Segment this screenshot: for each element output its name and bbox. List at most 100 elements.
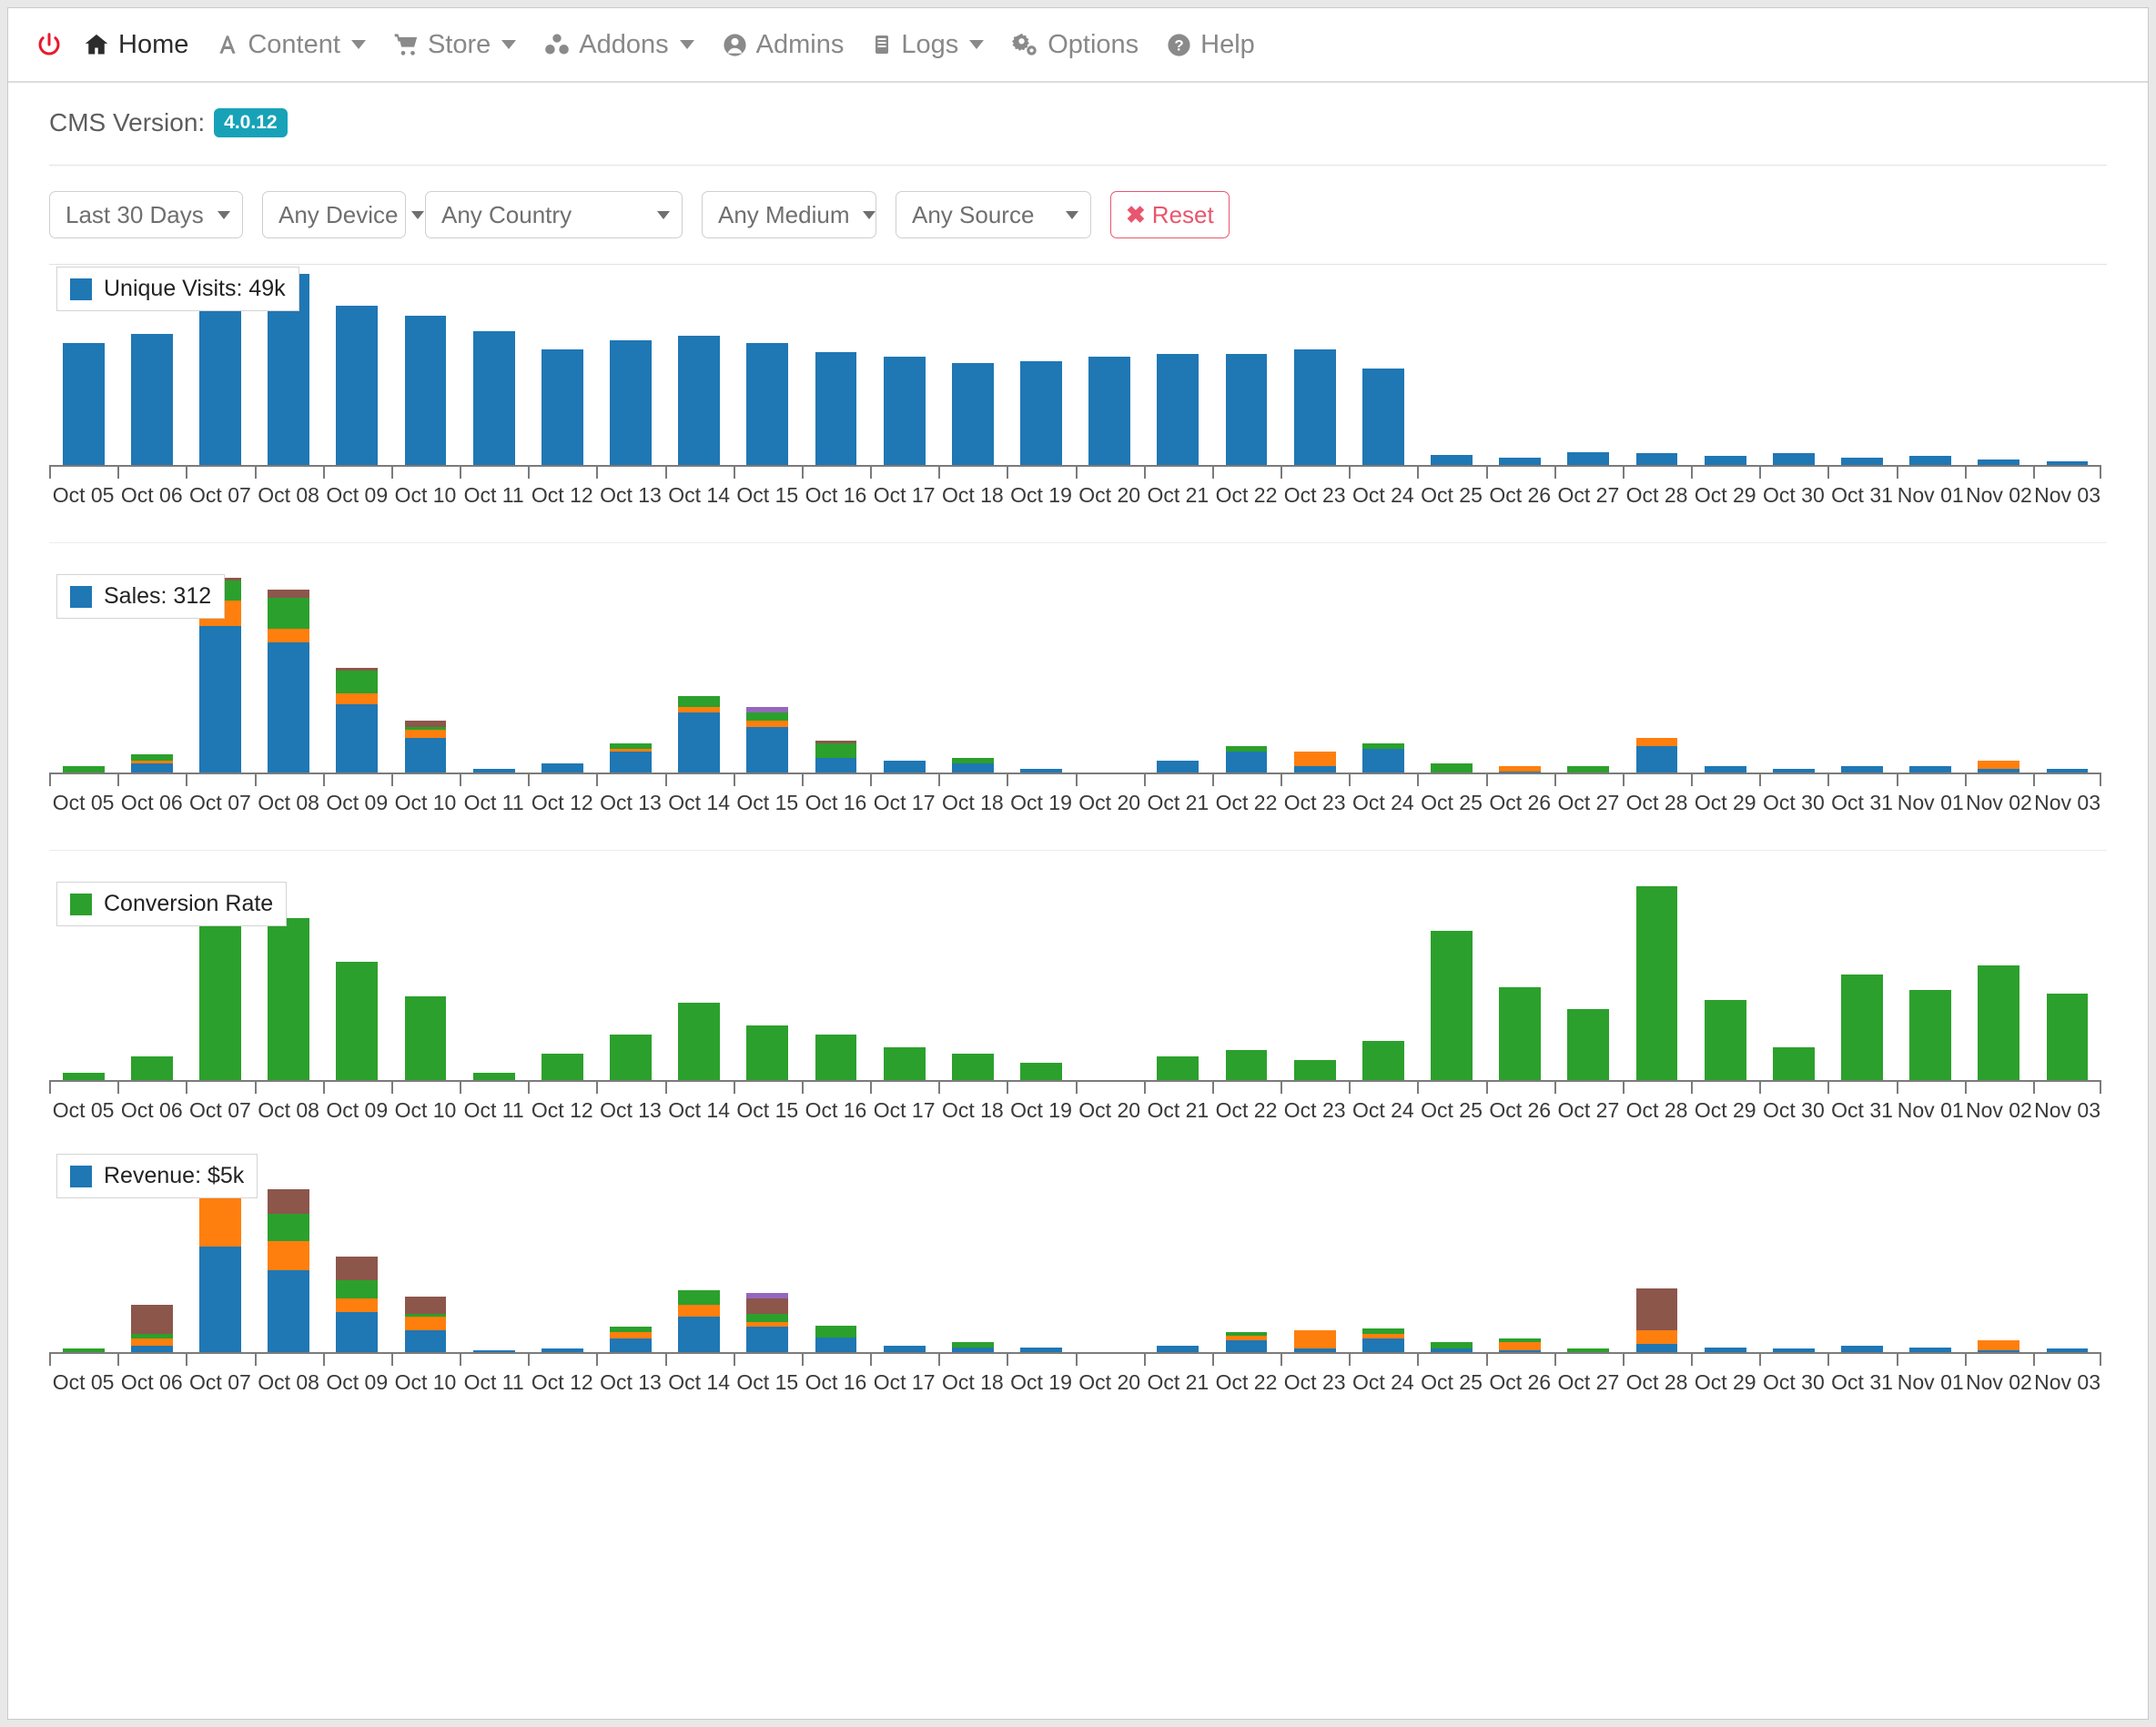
legend-sales[interactable]: Sales: 312 (56, 574, 225, 619)
bar[interactable] (952, 363, 994, 467)
bar-slot[interactable] (1623, 880, 1691, 1082)
bar[interactable] (746, 707, 788, 774)
bar-slot[interactable] (1144, 1152, 1212, 1354)
bar-slot[interactable] (1623, 1152, 1691, 1354)
bar-slot[interactable] (1076, 1152, 1144, 1354)
bar[interactable] (473, 331, 515, 467)
bar[interactable] (610, 743, 652, 774)
bar[interactable] (1226, 746, 1268, 774)
reset-button[interactable]: ✖ Reset (1110, 191, 1230, 238)
bar-slot[interactable] (460, 572, 528, 774)
bar-slot[interactable] (1554, 880, 1623, 1082)
bar-slot[interactable] (460, 1152, 528, 1354)
bar-slot[interactable] (938, 1152, 1007, 1354)
bar-slot[interactable] (596, 572, 664, 774)
bar[interactable] (610, 1035, 652, 1082)
bar-slot[interactable] (1349, 880, 1417, 1082)
bar-slot[interactable] (528, 1152, 596, 1354)
bar-slot[interactable] (938, 265, 1007, 467)
bar[interactable] (336, 1257, 378, 1354)
bar-slot[interactable] (1554, 1152, 1623, 1354)
bar[interactable] (1499, 987, 1541, 1082)
bar[interactable] (268, 918, 309, 1082)
bar[interactable] (1226, 1050, 1268, 1082)
bar[interactable] (746, 1025, 788, 1082)
bar-slot[interactable] (665, 880, 734, 1082)
bar-slot[interactable] (2033, 572, 2101, 774)
bar-slot[interactable] (1897, 1152, 1965, 1354)
nav-item-store[interactable]: Store (393, 32, 516, 58)
bar[interactable] (678, 336, 720, 467)
bar-slot[interactable] (1280, 265, 1349, 467)
bar-slot[interactable] (1349, 265, 1417, 467)
bar-slot[interactable] (596, 265, 664, 467)
bar-slot[interactable] (391, 1152, 460, 1354)
bar-slot[interactable] (665, 572, 734, 774)
bar-slot[interactable] (1212, 880, 1280, 1082)
bar-slot[interactable] (1212, 1152, 1280, 1354)
bar-slot[interactable] (1144, 572, 1212, 774)
bar[interactable] (1636, 1288, 1678, 1354)
bar-slot[interactable] (255, 1152, 323, 1354)
legend-conversion-rate[interactable]: Conversion Rate (56, 882, 287, 926)
bar-slot[interactable] (1897, 265, 1965, 467)
bar-slot[interactable] (323, 265, 391, 467)
bar-slot[interactable] (1486, 880, 1554, 1082)
bar-slot[interactable] (734, 265, 802, 467)
bar-slot[interactable] (1691, 880, 1759, 1082)
bar-slot[interactable] (1965, 265, 2033, 467)
bar-slot[interactable] (734, 1152, 802, 1354)
bar-slot[interactable] (1897, 572, 1965, 774)
bar[interactable] (1020, 361, 1062, 467)
bar-slot[interactable] (1827, 1152, 1896, 1354)
bar[interactable] (1978, 965, 2019, 1082)
bar[interactable] (1705, 1000, 1746, 1082)
bar[interactable] (131, 754, 173, 774)
bar-slot[interactable] (1417, 572, 1485, 774)
bar-slot[interactable] (1417, 265, 1485, 467)
bar-slot[interactable] (1486, 1152, 1554, 1354)
bar[interactable] (815, 352, 857, 467)
bar-slot[interactable] (1076, 880, 1144, 1082)
bar[interactable] (1226, 1332, 1268, 1354)
bar-slot[interactable] (391, 265, 460, 467)
legend-revenue[interactable]: Revenue: $5k (56, 1154, 258, 1198)
bar[interactable] (1636, 886, 1678, 1082)
bar[interactable] (678, 1290, 720, 1354)
bar[interactable] (1157, 1056, 1199, 1082)
bar-slot[interactable] (1144, 265, 1212, 467)
bar-slot[interactable] (255, 572, 323, 774)
bar-slot[interactable] (1897, 880, 1965, 1082)
bar[interactable] (746, 343, 788, 467)
bar[interactable] (1773, 1047, 1815, 1082)
bar[interactable] (678, 696, 720, 774)
device-select[interactable]: Any Device (262, 191, 406, 238)
bar-slot[interactable] (323, 1152, 391, 1354)
bar-slot[interactable] (1417, 880, 1485, 1082)
country-select[interactable]: Any Country (425, 191, 683, 238)
bar-slot[interactable] (938, 572, 1007, 774)
nav-item-home[interactable]: Home (83, 32, 188, 58)
bar[interactable] (815, 1326, 857, 1354)
bar-slot[interactable] (1759, 1152, 1827, 1354)
nav-item-power[interactable] (35, 31, 63, 58)
bar[interactable] (1909, 990, 1951, 1082)
bar-slot[interactable] (1965, 1152, 2033, 1354)
legend-unique-visits[interactable]: Unique Visits: 49k (56, 267, 299, 311)
bar[interactable] (1088, 357, 1130, 467)
bar-slot[interactable] (1280, 572, 1349, 774)
bar[interactable] (268, 1189, 309, 1354)
bar-slot[interactable] (460, 265, 528, 467)
bar-slot[interactable] (1691, 1152, 1759, 1354)
bar[interactable] (1362, 369, 1404, 467)
bar[interactable] (1294, 752, 1336, 774)
bar-slot[interactable] (870, 880, 938, 1082)
bar-slot[interactable] (1965, 572, 2033, 774)
bar-slot[interactable] (665, 265, 734, 467)
bar-slot[interactable] (1623, 572, 1691, 774)
bar-slot[interactable] (1144, 880, 1212, 1082)
bar[interactable] (884, 1047, 926, 1082)
bar-slot[interactable] (802, 1152, 870, 1354)
bar-slot[interactable] (938, 880, 1007, 1082)
bar[interactable] (815, 1035, 857, 1082)
